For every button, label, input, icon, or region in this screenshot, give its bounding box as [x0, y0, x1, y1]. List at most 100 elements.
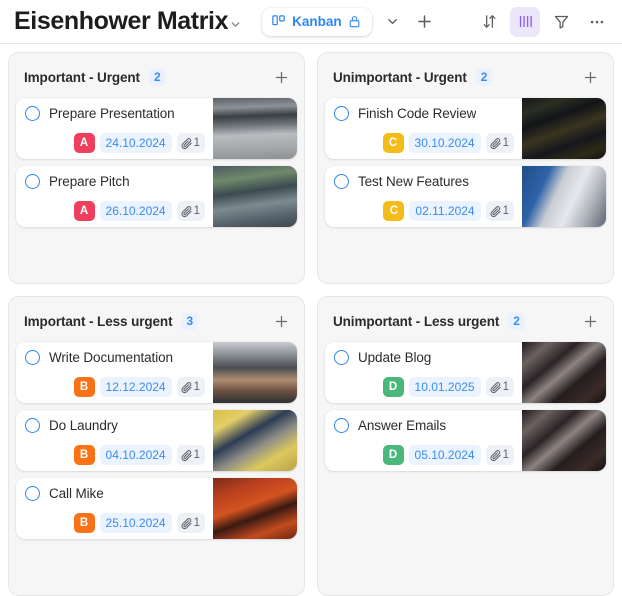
task-card[interactable]: Update Blog D 10.01.2025 1: [325, 342, 606, 403]
due-date-chip[interactable]: 05.10.2024: [408, 445, 481, 465]
attachment-chip[interactable]: 1: [176, 133, 205, 153]
sort-button[interactable]: [474, 7, 504, 37]
columns-button[interactable]: [510, 6, 540, 37]
priority-badge[interactable]: B: [73, 513, 95, 533]
attachment-chip[interactable]: 1: [176, 513, 205, 533]
due-date-chip[interactable]: 30.10.2024: [408, 133, 481, 153]
column-header: Important - Less urgent 3: [16, 304, 297, 342]
due-date-chip[interactable]: 04.10.2024: [99, 445, 172, 465]
card-thumbnail[interactable]: [213, 410, 297, 471]
card-body: Answer Emails D 05.10.2024 1: [325, 410, 522, 471]
columns-icon: [517, 13, 534, 30]
add-card-button[interactable]: [578, 309, 602, 333]
attachment-count: 1: [502, 381, 509, 393]
priority-badge[interactable]: A: [73, 201, 95, 221]
task-card[interactable]: Prepare Presentation A 24.10.2024 1: [16, 98, 297, 159]
priority-badge[interactable]: D: [382, 445, 404, 465]
card-thumbnail[interactable]: [213, 478, 297, 539]
priority-badge[interactable]: D: [382, 377, 404, 397]
card-title: Update Blog: [358, 350, 432, 365]
task-card[interactable]: Do Laundry B 04.10.2024 1: [16, 410, 297, 471]
task-card[interactable]: Answer Emails D 05.10.2024 1: [325, 410, 606, 471]
card-thumbnail[interactable]: [522, 166, 606, 227]
more-options-button[interactable]: [582, 7, 612, 37]
priority-badge[interactable]: A: [73, 133, 95, 153]
due-date-chip[interactable]: 25.10.2024: [99, 513, 172, 533]
card-thumbnail[interactable]: [213, 98, 297, 159]
card-title: Prepare Presentation: [49, 106, 175, 121]
due-date-chip[interactable]: 12.12.2024: [99, 377, 172, 397]
task-card[interactable]: Test New Features C 02.11.2024 1: [325, 166, 606, 227]
task-card[interactable]: Call Mike B 25.10.2024 1: [16, 478, 297, 539]
task-card[interactable]: Write Documentation B 12.12.2024 1: [16, 342, 297, 403]
circle-checkbox-icon[interactable]: [334, 174, 349, 189]
lock-icon[interactable]: [348, 15, 361, 28]
attachment-chip[interactable]: 1: [485, 133, 514, 153]
attachment-chip[interactable]: 1: [485, 201, 514, 221]
circle-checkbox-icon[interactable]: [25, 486, 40, 501]
priority-badge[interactable]: C: [382, 133, 404, 153]
chevron-down-icon[interactable]: [229, 18, 242, 31]
circle-checkbox-icon[interactable]: [25, 418, 40, 433]
card-thumbnail[interactable]: [522, 98, 606, 159]
priority-badge[interactable]: C: [383, 201, 405, 221]
card-body: Prepare Presentation A 24.10.2024 1: [16, 98, 213, 159]
column-count-badge: 3: [181, 312, 199, 330]
plus-icon: [582, 69, 599, 86]
attachment-chip[interactable]: 1: [485, 377, 514, 397]
paperclip-icon: [489, 137, 502, 150]
card-thumbnail[interactable]: [213, 342, 297, 403]
card-list: Write Documentation B 12.12.2024 1 Do Laundr…: [16, 342, 297, 539]
add-card-button[interactable]: [269, 309, 293, 333]
attachment-chip[interactable]: 1: [176, 377, 205, 397]
card-body: Test New Features C 02.11.2024 1: [325, 166, 522, 227]
task-card[interactable]: Finish Code Review C 30.10.2024 1: [325, 98, 606, 159]
card-title: Do Laundry: [49, 418, 118, 433]
circle-checkbox-icon[interactable]: [25, 174, 40, 189]
card-body: Write Documentation B 12.12.2024 1: [16, 342, 213, 403]
attachment-chip[interactable]: 1: [176, 445, 205, 465]
due-date-chip[interactable]: 26.10.2024: [99, 201, 172, 221]
attachment-count: 1: [193, 137, 200, 149]
circle-checkbox-icon[interactable]: [334, 350, 349, 365]
column-important-less-urgent: Important - Less urgent 3 Write Documentat…: [8, 296, 305, 596]
card-list: Update Blog D 10.01.2025 1 Answer Emails D 05.…: [325, 342, 606, 471]
add-view-button[interactable]: [410, 7, 440, 37]
card-meta-row: C 30.10.2024 1: [334, 133, 516, 153]
attachment-count: 1: [502, 205, 509, 217]
add-card-button[interactable]: [578, 65, 602, 89]
circle-checkbox-icon[interactable]: [334, 106, 349, 121]
circle-checkbox-icon[interactable]: [25, 106, 40, 121]
add-card-button[interactable]: [269, 65, 293, 89]
paperclip-icon: [180, 449, 193, 462]
card-thumbnail[interactable]: [213, 166, 297, 227]
due-date-chip[interactable]: 24.10.2024: [99, 133, 172, 153]
priority-badge[interactable]: B: [73, 377, 95, 397]
card-body: Prepare Pitch A 26.10.2024 1: [16, 166, 213, 227]
toolbar-actions: [474, 6, 612, 37]
card-body: Call Mike B 25.10.2024 1: [16, 478, 213, 539]
attachment-count: 1: [193, 205, 200, 217]
priority-badge[interactable]: B: [73, 445, 95, 465]
circle-checkbox-icon[interactable]: [25, 350, 40, 365]
circle-checkbox-icon[interactable]: [334, 418, 349, 433]
column-header: Unimportant - Less urgent 2: [325, 304, 606, 342]
view-selector-kanban[interactable]: Kanban: [262, 7, 372, 36]
attachment-chip[interactable]: 1: [485, 445, 514, 465]
due-date-chip[interactable]: 10.01.2025: [408, 377, 481, 397]
task-card[interactable]: Prepare Pitch A 26.10.2024 1: [16, 166, 297, 227]
sort-arrows-icon: [481, 13, 498, 30]
card-meta-row: D 10.01.2025 1: [334, 377, 516, 397]
column-header: Important - Urgent 2: [16, 60, 297, 98]
attachment-count: 1: [502, 137, 509, 149]
card-title: Answer Emails: [358, 418, 446, 433]
filter-button[interactable]: [546, 7, 576, 37]
card-thumbnail[interactable]: [522, 410, 606, 471]
column-important-urgent: Important - Urgent 2 Prepare Presentation A…: [8, 52, 305, 284]
view-dropdown-button[interactable]: [378, 7, 408, 37]
kanban-board-icon: [271, 14, 286, 29]
due-date-chip[interactable]: 02.11.2024: [409, 201, 481, 221]
attachment-chip[interactable]: 1: [176, 201, 205, 221]
column-count-badge: 2: [148, 68, 166, 86]
card-thumbnail[interactable]: [522, 342, 606, 403]
